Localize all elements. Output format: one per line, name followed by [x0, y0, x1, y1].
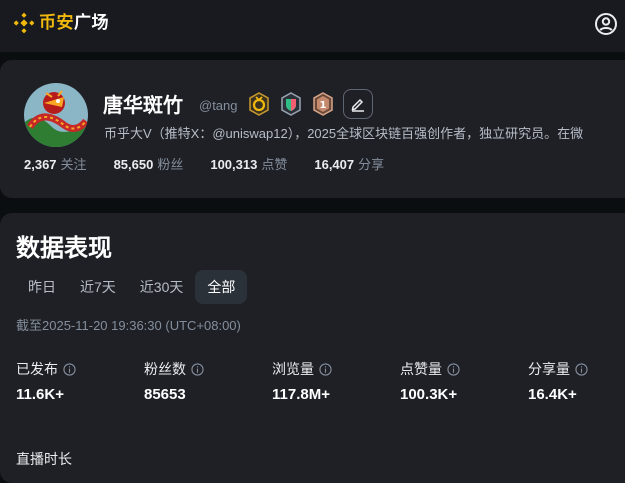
likes-stat: 100,313 点赞: [210, 157, 288, 172]
user-account-icon[interactable]: [594, 12, 618, 36]
metric-label: 浏览量: [272, 361, 314, 377]
data-timestamp: 截至2025-11-20 19:36:30 (UTC+08:00): [16, 318, 241, 333]
info-icon[interactable]: [191, 362, 204, 376]
svg-text:1: 1: [320, 100, 327, 111]
followers-stat[interactable]: 85,650 粉丝: [114, 157, 184, 173]
brand-logo-link[interactable]: 币安广场: [13, 12, 109, 34]
live-duration-label: 直播时长: [16, 451, 72, 467]
profile-name: 唐华斑竹: [103, 95, 183, 117]
top-nav-bar: 币安广场: [0, 0, 625, 52]
time-range-tabs: 昨日 近7天 近30天 全部: [16, 270, 248, 304]
shares-stat: 16,407 分享: [314, 157, 385, 172]
metric-value: 100.3K+: [400, 386, 458, 403]
binance-logo-icon: [13, 12, 35, 34]
profile-bio: 币乎大V（推特X：@uniswap12），2025全球区块链百强创作者，独立研究…: [104, 126, 584, 141]
metric-followers: 粉丝数 85653: [144, 360, 204, 404]
metric-value: 16.4K+: [528, 386, 577, 403]
metric-label: 已发布: [16, 361, 58, 377]
edit-profile-button[interactable]: [343, 89, 373, 119]
tab-7-days[interactable]: 近7天: [68, 270, 128, 304]
metric-label: 粉丝数: [144, 361, 186, 377]
rank-badge-icon[interactable]: 1: [311, 92, 335, 116]
avatar[interactable]: [24, 83, 88, 147]
info-icon[interactable]: [447, 362, 460, 376]
info-icon[interactable]: [319, 362, 332, 376]
metric-label: 点赞量: [400, 361, 442, 377]
profile-handle: @tang: [199, 98, 238, 113]
shield-badge-icon[interactable]: [279, 92, 303, 116]
tab-yesterday[interactable]: 昨日: [16, 270, 68, 304]
tab-30-days[interactable]: 近30天: [128, 270, 196, 304]
metric-value: 117.8M+: [272, 386, 330, 403]
metric-published: 已发布 11.6K+: [16, 360, 76, 404]
tab-all[interactable]: 全部: [195, 270, 248, 304]
metric-shares: 分享量 16.4K+: [528, 360, 588, 404]
section-title: 数据表现: [16, 235, 112, 262]
metric-likes: 点赞量 100.3K+: [400, 360, 460, 404]
following-stat[interactable]: 2,367 关注: [24, 157, 87, 173]
metric-views: 浏览量 117.8M+: [272, 360, 332, 404]
info-icon[interactable]: [575, 362, 588, 376]
pencil-icon: [351, 98, 364, 112]
metric-value: 85653: [144, 386, 186, 403]
gold-ring-badge-icon[interactable]: [247, 92, 271, 116]
profile-stats: 2,367 关注 85,650 粉丝 100,313 点赞 16,407 分享: [24, 157, 411, 173]
metric-label: 分享量: [528, 361, 570, 377]
metric-value: 11.6K+: [16, 386, 64, 403]
info-icon[interactable]: [63, 362, 76, 376]
brand-name: 币安广场: [39, 13, 109, 32]
profile-card: 唐华斑竹 @tang 1 币乎大V（推特X：@uniswap12），2025全球…: [0, 60, 625, 198]
data-performance-card: 数据表现 昨日 近7天 近30天 全部 截至2025-11-20 19:36:3…: [0, 213, 625, 483]
